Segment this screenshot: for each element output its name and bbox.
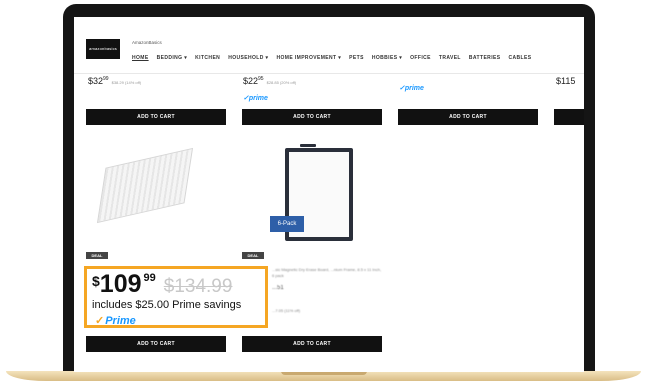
product-price: $3299$38.29 (14% off) <box>88 76 142 86</box>
pack-badge: 6-Pack <box>270 216 304 232</box>
add-to-cart-button[interactable]: ADD TO CART <box>86 336 226 352</box>
prime-badge: ✓prime <box>399 85 424 92</box>
add-to-cart-button[interactable]: ADD TO CART <box>242 336 382 352</box>
add-to-cart-button[interactable]: ADD TO CART <box>86 109 226 125</box>
product-title[interactable]: ...sic Magnetic Dry Erase Board, ...nium… <box>272 267 382 279</box>
product-image-organizer[interactable] <box>96 147 194 224</box>
nav-item-hobbies[interactable]: HOBBIES ▾ <box>372 55 402 61</box>
nav-item-cables[interactable]: CABLES <box>508 55 531 61</box>
laptop-frame: amazonbasics AmazonBasics HOME BEDDING ▾… <box>0 0 647 385</box>
nav-item-kitchen[interactable]: KITCHEN <box>195 55 220 61</box>
deal-badge: DEAL <box>242 252 264 259</box>
nav-item-bedding[interactable]: BEDDING ▾ <box>157 55 188 61</box>
nav-item-household[interactable]: HOUSEHOLD ▾ <box>228 55 268 61</box>
product-old-price: ...7.05 (11% off) <box>272 308 301 313</box>
product-price: $2295$28.85 (20% off) <box>243 76 297 86</box>
product-price: $115 <box>556 76 576 86</box>
add-to-cart-button[interactable]: ADD TO CART <box>242 109 382 125</box>
was-price: $134.99 <box>163 276 233 297</box>
brand-name: AmazonBasics <box>132 40 162 45</box>
nav-item-pets[interactable]: PETS <box>349 55 364 61</box>
check-icon: ✓ <box>95 315 105 327</box>
marker-icon <box>300 144 316 147</box>
brand-logo[interactable]: amazonbasics <box>86 39 120 59</box>
deal-badge: DEAL <box>86 252 108 259</box>
site-header: amazonbasics AmazonBasics HOME BEDDING ▾… <box>74 17 584 74</box>
price-callout: $109 99 $134.99 includes $25.00 Prime savi… <box>84 266 268 328</box>
nav-item-home[interactable]: HOME <box>132 55 149 61</box>
prime-logo: ✓Prime <box>95 315 136 327</box>
nav-item-home-improvement[interactable]: HOME IMPROVEMENT ▾ <box>276 55 341 61</box>
main-nav: HOME BEDDING ▾ KITCHEN HOUSEHOLD ▾ HOME … <box>132 55 531 61</box>
prime-savings-text: includes $25.00 Prime savings <box>92 299 242 311</box>
prime-badge: ✓prime <box>243 95 268 102</box>
callout-price: $109 99 $134.99 <box>92 270 233 298</box>
nav-item-office[interactable]: OFFICE <box>410 55 431 61</box>
product-price: ...51 <box>272 285 284 291</box>
nav-item-batteries[interactable]: BATTERIES <box>469 55 501 61</box>
add-to-cart-button[interactable]: ADD TO CART <box>398 109 538 125</box>
nav-item-travel[interactable]: TRAVEL <box>439 55 461 61</box>
add-to-cart-button[interactable] <box>554 109 584 125</box>
